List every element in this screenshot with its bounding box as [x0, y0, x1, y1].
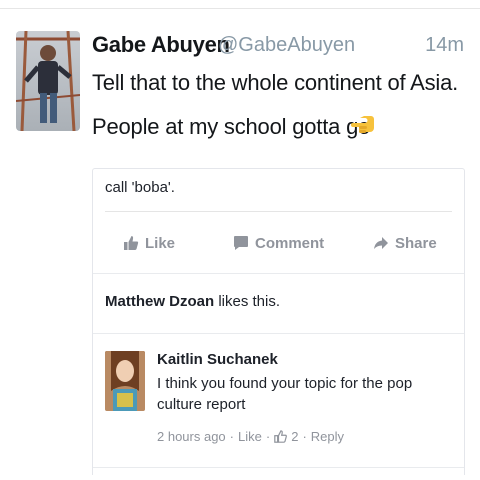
tweet-author-handle[interactable]: @GabeAbuyen — [218, 34, 355, 57]
comment-label: Comment — [255, 234, 325, 252]
meta-separator: · — [229, 429, 235, 444]
comment-meta: 2 hours ago · Like · 2 · Reply — [157, 429, 344, 444]
thumbs-up-icon — [124, 236, 139, 250]
comment-reply-link[interactable]: Reply — [311, 429, 344, 444]
share-label: Share — [395, 234, 437, 252]
comment-like-link[interactable]: Like — [238, 429, 262, 444]
meta-separator: · — [302, 429, 307, 444]
thumbs-up-icon — [274, 430, 288, 443]
likes-suffix: likes this. — [218, 293, 281, 310]
post-text: call 'boba'. — [105, 179, 175, 196]
tweet-text-line-2: People at my school gotta go — [92, 114, 371, 139]
pointing-hand-emoji — [351, 116, 374, 133]
comment-text: I think you found your topic for the pop… — [157, 375, 413, 413]
share-arrow-icon — [374, 237, 388, 249]
comment-button[interactable]: Comment — [233, 233, 324, 253]
commenter-avatar[interactable] — [105, 351, 145, 411]
top-divider — [0, 8, 480, 9]
comment-icon — [234, 236, 248, 250]
like-button[interactable]: Like — [123, 233, 175, 253]
author-avatar[interactable] — [16, 31, 80, 131]
commenter-name[interactable]: Kaitlin Suchanek — [157, 351, 278, 368]
tweet-author-name[interactable]: Gabe Abuyen — [92, 32, 230, 58]
comment-like-count[interactable]: 2 — [291, 429, 298, 444]
comment-timestamp[interactable]: 2 hours ago — [157, 429, 226, 444]
likes-divider — [93, 273, 464, 274]
likes-summary: Matthew Dzoan likes this. — [105, 293, 280, 310]
embedded-facebook-post: call 'boba'. Like Comment Share Matthew … — [92, 168, 465, 475]
tweet-text-line-1: Tell that to the whole continent of Asia… — [92, 70, 459, 95]
actions-divider — [105, 211, 452, 212]
share-button[interactable]: Share — [373, 233, 437, 253]
comments-divider — [93, 333, 464, 334]
liker-name[interactable]: Matthew Dzoan — [105, 293, 214, 310]
bottom-divider — [93, 467, 464, 468]
tweet-timestamp[interactable]: 14m — [425, 34, 464, 57]
like-label: Like — [145, 234, 176, 252]
meta-separator: · — [265, 429, 271, 444]
